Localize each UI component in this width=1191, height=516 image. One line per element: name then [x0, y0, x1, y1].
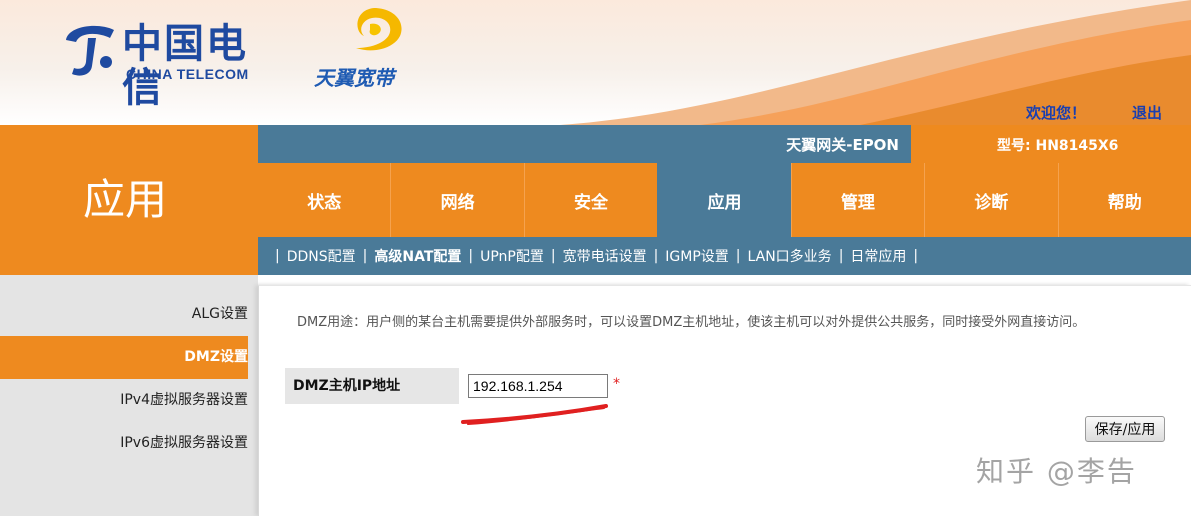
tianyi-swirl-icon [356, 8, 402, 51]
product-name-cn: 天翼宽带 [314, 66, 394, 90]
subnav-separator: | [362, 248, 368, 264]
dmz-description: DMZ用途：用户侧的某台主机需要提供外部服务时，可以设置DMZ主机地址，使该主机… [297, 315, 1086, 330]
subnav-igmp[interactable]: IGMP设置 [665, 246, 729, 266]
tab-management[interactable]: 管理 [790, 163, 925, 237]
red-annotation-underline [461, 404, 608, 425]
tab-help[interactable]: 帮助 [1057, 163, 1191, 237]
tab-diagnostics[interactable]: 诊断 [924, 163, 1058, 237]
dmz-host-ip-input[interactable] [468, 374, 608, 398]
tab-security[interactable]: 安全 [523, 163, 658, 237]
sidebar-item-dmz[interactable]: DMZ设置 [0, 336, 248, 379]
logout-link[interactable]: 退出 [1132, 102, 1162, 123]
tab-status[interactable]: 状态 [258, 163, 391, 237]
tab-network[interactable]: 网络 [390, 163, 524, 237]
header-banner: 中国电信 CHINA TELECOM 天翼宽带 欢迎您！ 退出 [0, 0, 1191, 125]
subnav-daily-apps[interactable]: 日常应用 [850, 246, 906, 266]
subnav-separator: | [913, 248, 919, 264]
sidebar-item-ipv4-virtual-server[interactable]: IPv4虚拟服务器设置 [0, 379, 248, 422]
section-banner: 应用 [0, 125, 258, 275]
required-marker: * [613, 376, 620, 392]
subnav-ddns[interactable]: DDNS配置 [287, 246, 356, 266]
china-telecom-mark-icon [66, 25, 114, 76]
subnav-advanced-nat[interactable]: 高级NAT配置 [374, 246, 461, 266]
main-tabs: 状态 网络 安全 应用 管理 诊断 帮助 [258, 163, 1191, 237]
subnav-lan-multi-service[interactable]: LAN口多业务 [748, 246, 832, 266]
subnav-voip[interactable]: 宽带电话设置 [563, 246, 647, 266]
model-label: 型号: HN8145X6 [997, 138, 1119, 154]
sub-navigation: | DDNS配置 | 高级NAT配置 | UPnP配置 | 宽带电话设置 | I… [258, 237, 1191, 275]
tab-application[interactable]: 应用 [657, 163, 791, 237]
sidebar: ALG设置 DMZ设置 IPv4虚拟服务器设置 IPv6虚拟服务器设置 [0, 275, 258, 516]
save-apply-button[interactable]: 保存/应用 [1085, 416, 1165, 442]
welcome-text: 欢迎您！ [1026, 104, 1087, 122]
sidebar-item-alg[interactable]: ALG设置 [0, 293, 248, 336]
subnav-separator: | [275, 248, 280, 264]
subnav-separator: | [653, 248, 659, 264]
sidebar-item-ipv6-virtual-server[interactable]: IPv6虚拟服务器设置 [0, 422, 248, 465]
section-title: 应用 [83, 175, 168, 224]
subnav-separator: | [550, 248, 556, 264]
gateway-title-bar: 天翼网关-EPON [258, 125, 911, 163]
china-telecom-logo: 中国电信 CHINA TELECOM [58, 18, 288, 110]
dmz-host-ip-label: DMZ主机IP地址 [285, 368, 459, 404]
subnav-upnp[interactable]: UPnP配置 [480, 246, 544, 266]
brand-name-en: CHINA TELECOM [126, 66, 249, 82]
tianyi-broadband-logo: 天翼宽带 [312, 4, 432, 94]
gateway-title: 天翼网关-EPON [786, 136, 899, 154]
subnav-separator: | [838, 248, 844, 264]
subnav-separator: | [468, 248, 474, 264]
subnav-separator: | [735, 248, 741, 264]
model-bar: 型号: HN8145X6 [911, 125, 1191, 163]
watermark-text: 知乎 @李告 [976, 455, 1137, 488]
